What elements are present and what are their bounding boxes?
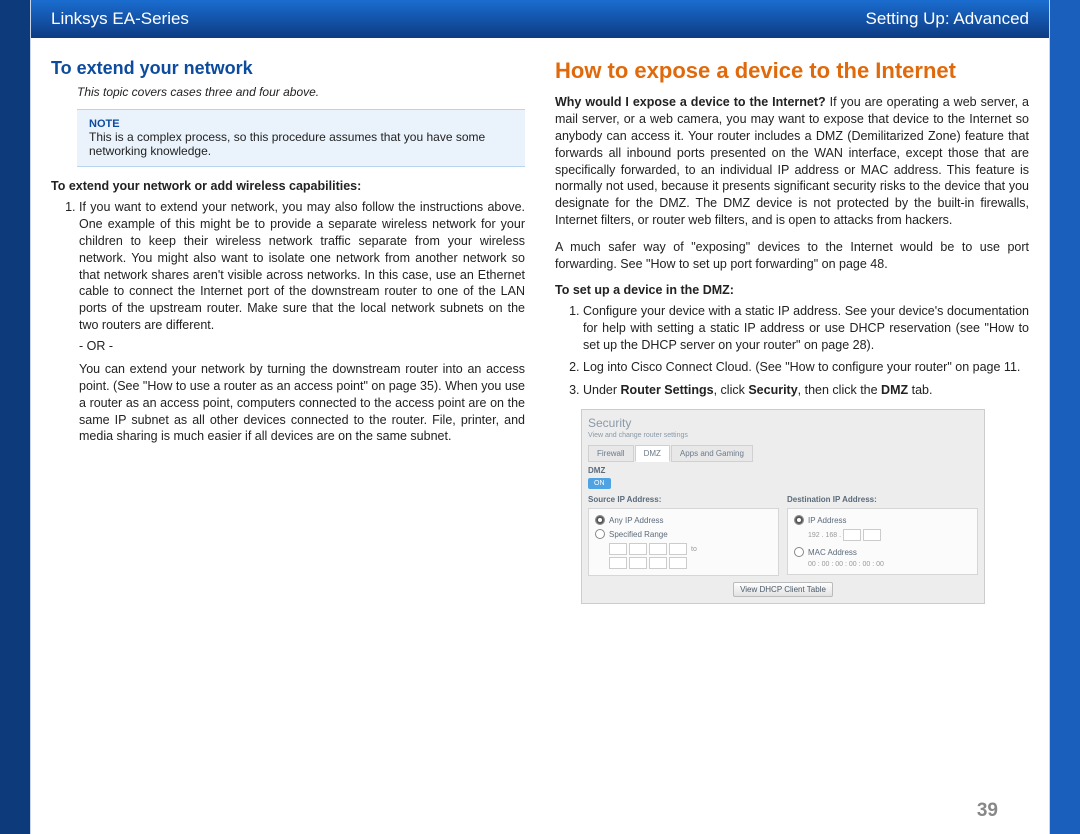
- left-steps: If you want to extend your network, you …: [59, 199, 525, 445]
- rs-title: Security: [588, 416, 978, 430]
- rs-src-range-row[interactable]: Specified Range: [595, 529, 772, 539]
- right-steps: Configure your device with a static IP a…: [563, 303, 1029, 399]
- rs-src-box: Any IP Address Specified Range: [588, 508, 779, 576]
- or-text: - OR -: [79, 338, 525, 355]
- rs-src-anyip-row[interactable]: Any IP Address: [595, 515, 772, 525]
- right-heading: How to expose a device to the Internet: [555, 58, 1029, 84]
- left-heading: To extend your network: [51, 58, 525, 79]
- radio-icon: [595, 515, 605, 525]
- mini-input[interactable]: [649, 543, 667, 555]
- radio-icon: [794, 547, 804, 557]
- mini-input[interactable]: [629, 557, 647, 569]
- mini-input[interactable]: [669, 557, 687, 569]
- rs-dmz-label: DMZ: [588, 466, 978, 475]
- note-text: This is a complex process, so this proce…: [89, 130, 513, 158]
- rs-dst-mac-row[interactable]: MAC Address: [794, 547, 971, 557]
- right-para2: A much safer way of "exposing" devices t…: [555, 239, 1029, 273]
- mini-input[interactable]: [609, 557, 627, 569]
- rs-tab-firewall[interactable]: Firewall: [588, 445, 634, 462]
- rs-dmz-toggle[interactable]: ON: [588, 478, 611, 489]
- page-number: 39: [977, 800, 998, 822]
- rs-dst-label: Destination IP Address:: [787, 495, 978, 504]
- right-step-2: Log into Cisco Connect Cloud. (See "How …: [583, 359, 1029, 376]
- right-column: How to expose a device to the Internet W…: [555, 58, 1029, 604]
- page-header: Linksys EA-Series Setting Up: Advanced: [31, 0, 1049, 38]
- note-label: NOTE: [89, 118, 513, 130]
- rs-tab-apps[interactable]: Apps and Gaming: [671, 445, 753, 462]
- router-screenshot: Security View and change router settings…: [581, 409, 985, 604]
- radio-icon: [595, 529, 605, 539]
- rs-dhcp-button[interactable]: View DHCP Client Table: [733, 582, 833, 597]
- right-step-1: Configure your device with a static IP a…: [583, 303, 1029, 354]
- mini-input[interactable]: [649, 557, 667, 569]
- radio-icon: [794, 515, 804, 525]
- right-bold-intro: To set up a device in the DMZ:: [555, 283, 1029, 297]
- rs-dst-ip-row[interactable]: IP Address: [794, 515, 971, 525]
- left-step-1: If you want to extend your network, you …: [79, 199, 525, 445]
- note-box: NOTE This is a complex process, so this …: [77, 109, 525, 167]
- rs-tabs: Firewall DMZ Apps and Gaming: [588, 445, 978, 462]
- mini-input[interactable]: [609, 543, 627, 555]
- rs-src-label: Source IP Address:: [588, 495, 779, 504]
- left-bold-intro: To extend your network or add wireless c…: [51, 179, 525, 193]
- right-para1: Why would I expose a device to the Inter…: [555, 94, 1029, 229]
- mini-input[interactable]: [629, 543, 647, 555]
- header-left: Linksys EA-Series: [51, 9, 189, 29]
- mini-input[interactable]: [843, 529, 861, 541]
- left-column: To extend your network This topic covers…: [51, 58, 525, 604]
- left-subtitle: This topic covers cases three and four a…: [77, 85, 525, 99]
- rs-sub: View and change router settings: [588, 432, 978, 439]
- rs-dst-box: IP Address 192 . 168 . MAC Address: [787, 508, 978, 575]
- rs-tab-dmz[interactable]: DMZ: [635, 445, 670, 462]
- mini-input[interactable]: [863, 529, 881, 541]
- header-right: Setting Up: Advanced: [865, 9, 1029, 29]
- mini-input[interactable]: [669, 543, 687, 555]
- right-step-3: Under Router Settings, click Security, t…: [583, 382, 1029, 399]
